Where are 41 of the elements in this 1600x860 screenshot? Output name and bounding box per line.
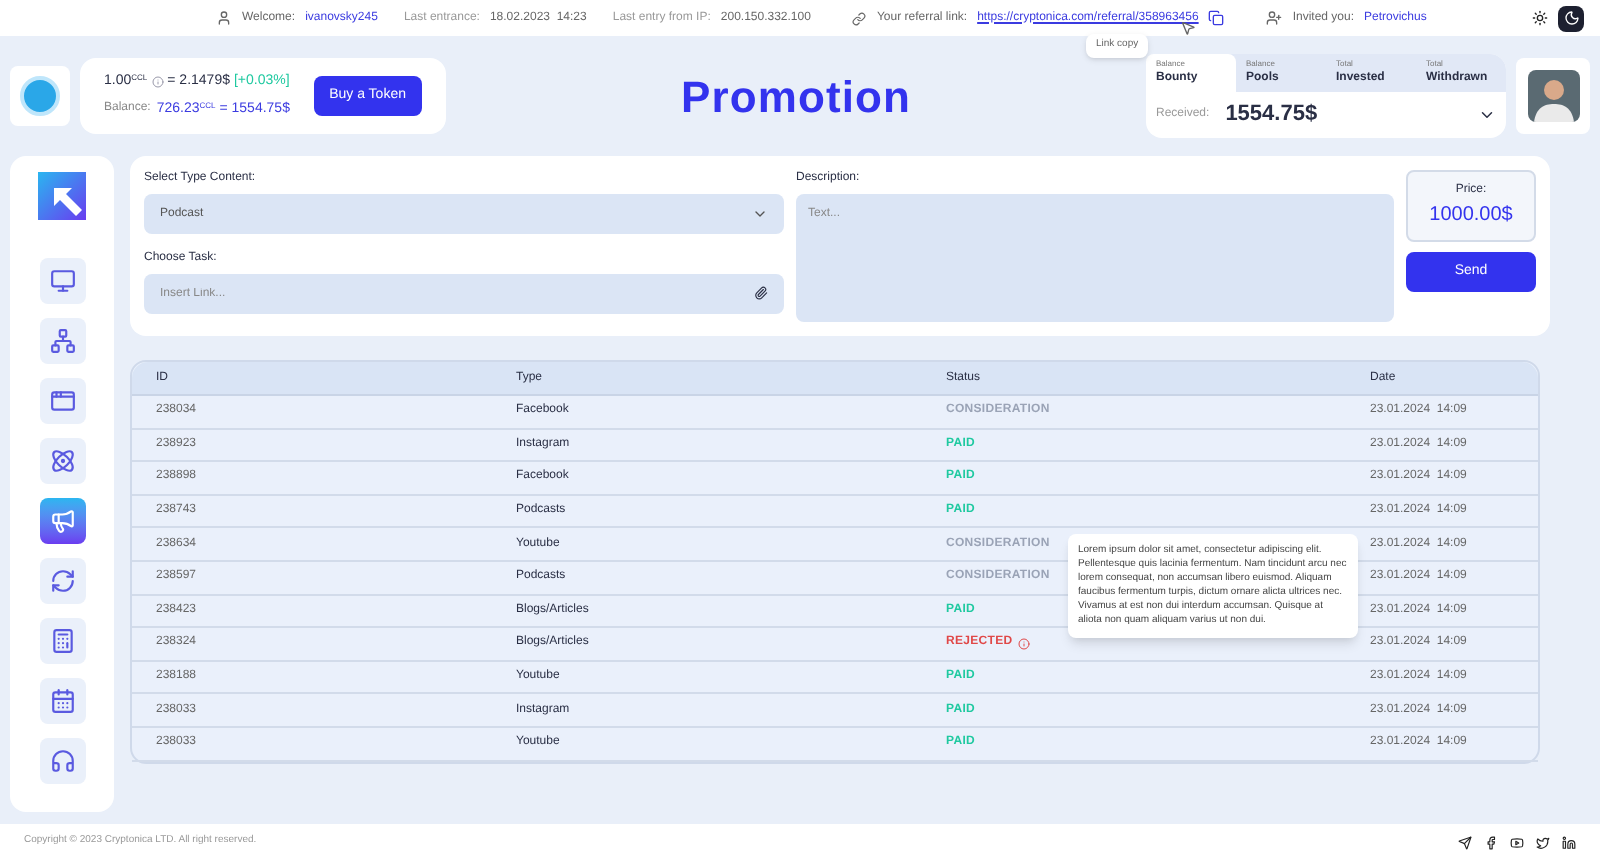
chevron-down-icon[interactable] [1478,106,1496,124]
megaphone-nav-button[interactable] [39,498,85,544]
token-logo-icon [20,76,60,116]
calculator-icon [49,628,75,654]
logo-icon [38,172,86,220]
calendar-icon [49,688,75,714]
moon-icon [1563,10,1579,26]
youtube-icon[interactable] [1510,835,1524,849]
atom-icon [49,448,75,474]
window-icon [49,388,75,414]
headset-nav-button[interactable] [39,738,85,784]
user-plus-icon [1266,10,1283,26]
network-icon [49,328,75,354]
monitor-nav-button[interactable] [39,258,85,304]
atom-nav-button[interactable] [39,438,85,484]
received-value: 1554.75$ [1225,100,1318,131]
network-nav-button[interactable] [39,318,85,364]
refresh-nav-button[interactable] [39,558,85,604]
avatar[interactable] [1527,70,1579,122]
send-icon[interactable] [1458,835,1472,849]
linkedin-icon[interactable] [1562,835,1576,849]
refresh-icon [49,568,75,594]
twitter-icon[interactable] [1536,835,1550,849]
moon-toggle[interactable] [1558,5,1584,31]
user-icon [216,10,232,26]
paperclip-icon[interactable] [754,286,768,300]
headset-icon [49,748,75,774]
copy-button[interactable] [1208,10,1225,26]
facebook-icon[interactable] [1484,835,1498,849]
megaphone-icon [49,508,75,534]
cursor-icon [1180,20,1196,36]
window-nav-button[interactable] [39,378,85,424]
info-icon [151,76,164,89]
chevron-down-icon [752,206,768,222]
calendar-nav-button[interactable] [39,678,85,724]
monitor-icon [49,268,75,294]
sun-icon [1531,10,1547,26]
calculator-nav-button[interactable] [39,618,85,664]
link-icon [852,11,867,25]
page-title: Promotion [681,69,911,125]
info-icon [1018,637,1031,650]
